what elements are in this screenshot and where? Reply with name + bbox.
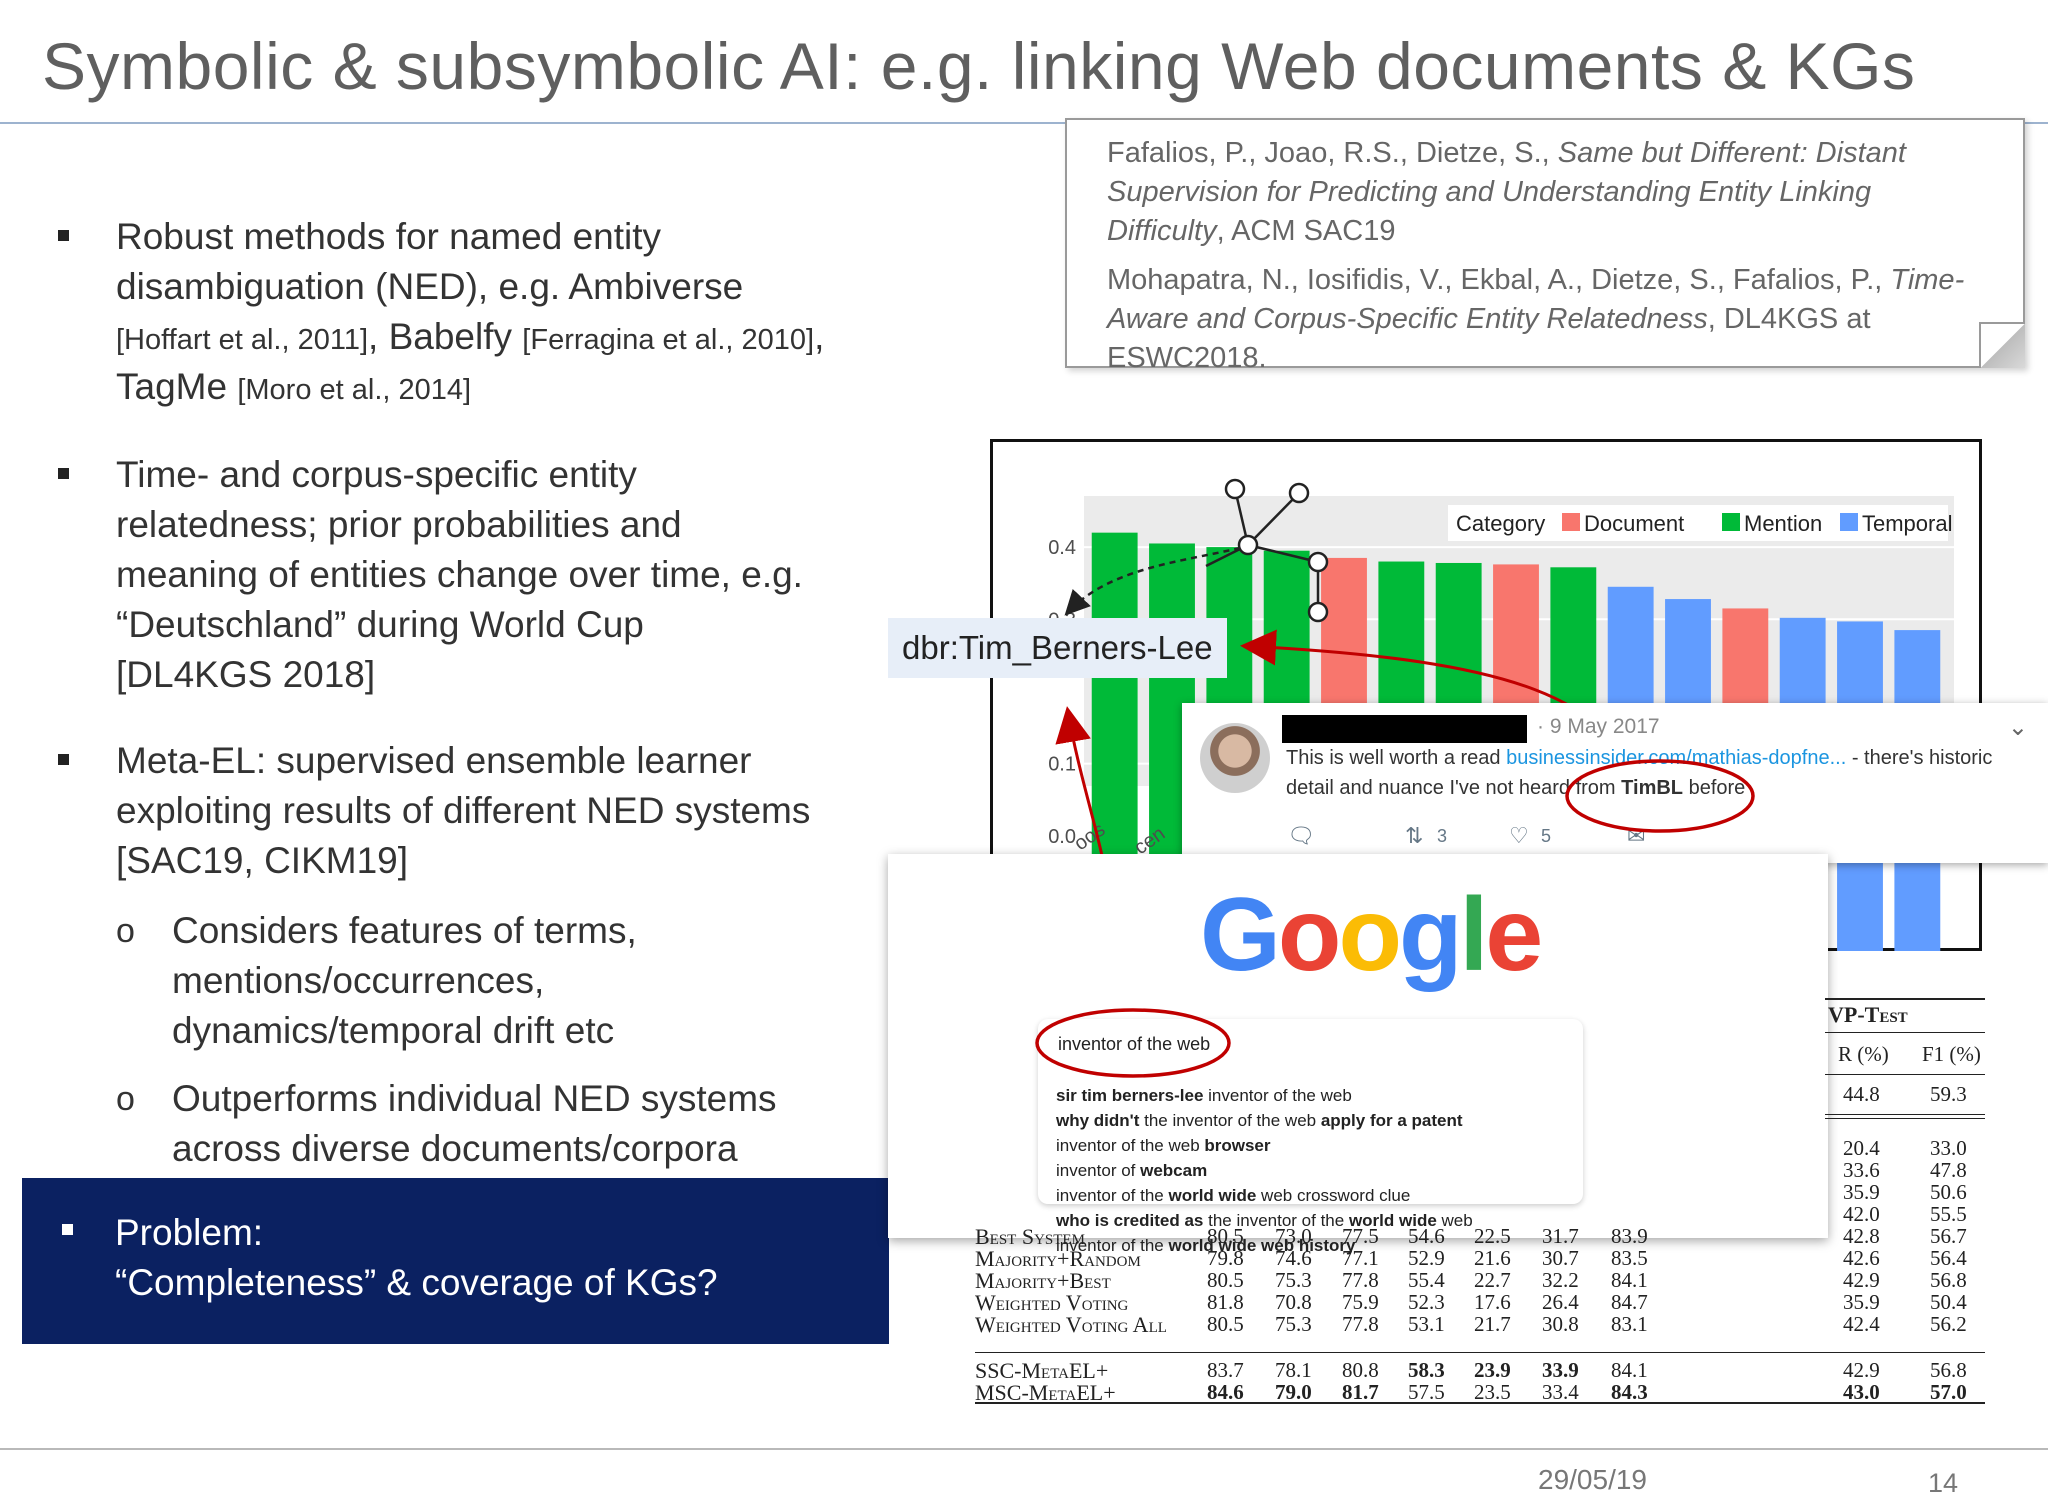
table-cell: 77.8 bbox=[1342, 1312, 1379, 1336]
table-rule bbox=[1825, 1114, 1985, 1115]
table-cell: 59.3 bbox=[1930, 1082, 1967, 1106]
table-cell: 80.5 bbox=[1207, 1312, 1244, 1336]
table-cell: 21.7 bbox=[1474, 1312, 1511, 1336]
footer-divider bbox=[0, 1448, 2048, 1450]
table-cell: 44.8 bbox=[1843, 1082, 1880, 1106]
table-cell: 42.4 bbox=[1843, 1312, 1880, 1336]
table-rule bbox=[1825, 1118, 1985, 1119]
page-number: 14 bbox=[1928, 1468, 1959, 1498]
table-cell: 53.1 bbox=[1408, 1312, 1445, 1336]
table-rule bbox=[1825, 998, 1985, 1000]
column-header: R (%) bbox=[1838, 1042, 1889, 1066]
table-row-label: Weighted Voting All bbox=[975, 1312, 1167, 1337]
table-rule bbox=[975, 1402, 1985, 1404]
table-cell: 56.2 bbox=[1930, 1312, 1967, 1336]
slide-date: 29/05/19 bbox=[1538, 1464, 1647, 1495]
table-rule bbox=[975, 1352, 1985, 1353]
results-table: VP-Test R (%) F1 (%) 44.8 59.3 20.4 33.0 3… bbox=[975, 990, 1995, 1410]
table-cell: 75.3 bbox=[1275, 1312, 1312, 1336]
column-group-header: VP-Test bbox=[1828, 1002, 1908, 1027]
table-cell: 30.8 bbox=[1542, 1312, 1579, 1336]
table-cell: 83.1 bbox=[1611, 1312, 1648, 1336]
table-rule bbox=[1825, 1074, 1985, 1075]
timbl-highlight-ellipse bbox=[1565, 759, 1755, 833]
column-header: F1 (%) bbox=[1922, 1042, 1981, 1066]
table-rule bbox=[1825, 1032, 1985, 1033]
